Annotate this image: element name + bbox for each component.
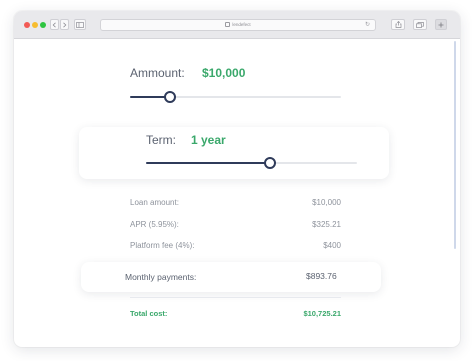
monthly-payments-label: Monthly payments:: [125, 272, 197, 282]
close-window-button[interactable]: [24, 22, 30, 28]
address-text: lendefect: [232, 22, 251, 27]
back-button[interactable]: [50, 19, 59, 30]
amount-slider-thumb[interactable]: [164, 91, 177, 103]
platform-fee-value: $400: [323, 241, 341, 250]
minimize-window-button[interactable]: [32, 22, 38, 28]
platform-fee-label: Platform fee (4%):: [130, 241, 195, 250]
sidebar-icon: [76, 21, 84, 28]
browser-toolbar: lendefect ↻: [14, 11, 460, 39]
chevron-left-icon: [52, 22, 56, 27]
lock-icon: [225, 22, 231, 28]
reload-icon[interactable]: ↻: [365, 22, 370, 29]
term-card: [79, 127, 389, 179]
new-tab-button[interactable]: [435, 19, 447, 30]
tabs-icon: [416, 21, 424, 28]
page-scrollbar[interactable]: [454, 41, 456, 249]
monthly-payments-value: $893.76: [306, 271, 337, 281]
address-bar[interactable]: lendefect ↻: [100, 19, 376, 31]
apr-value: $325.21: [312, 220, 341, 229]
amount-slider-track[interactable]: [130, 96, 341, 98]
share-icon: [395, 21, 401, 28]
term-value: 1 year: [191, 133, 226, 147]
term-slider-fill: [146, 162, 271, 164]
total-cost-value: $10,725.21: [303, 309, 341, 318]
loan-amount-label: Loan amount:: [130, 198, 179, 207]
forward-button[interactable]: [60, 19, 69, 30]
term-slider-track[interactable]: [146, 162, 357, 164]
total-cost-label: Total cost:: [130, 309, 168, 318]
loan-amount-value: $10,000: [312, 198, 341, 207]
apr-label: APR (5.95%):: [130, 220, 179, 229]
maximize-window-button[interactable]: [40, 22, 46, 28]
share-button[interactable]: [391, 19, 405, 30]
amount-value: $10,000: [202, 66, 246, 80]
divider: [130, 297, 341, 298]
sidebar-toggle-button[interactable]: [74, 19, 86, 30]
chevron-right-icon: [63, 22, 67, 27]
term-label: Term:: [146, 133, 176, 147]
plus-icon: [438, 22, 444, 27]
tabs-button[interactable]: [413, 19, 427, 30]
amount-label: Ammount:: [130, 66, 185, 80]
